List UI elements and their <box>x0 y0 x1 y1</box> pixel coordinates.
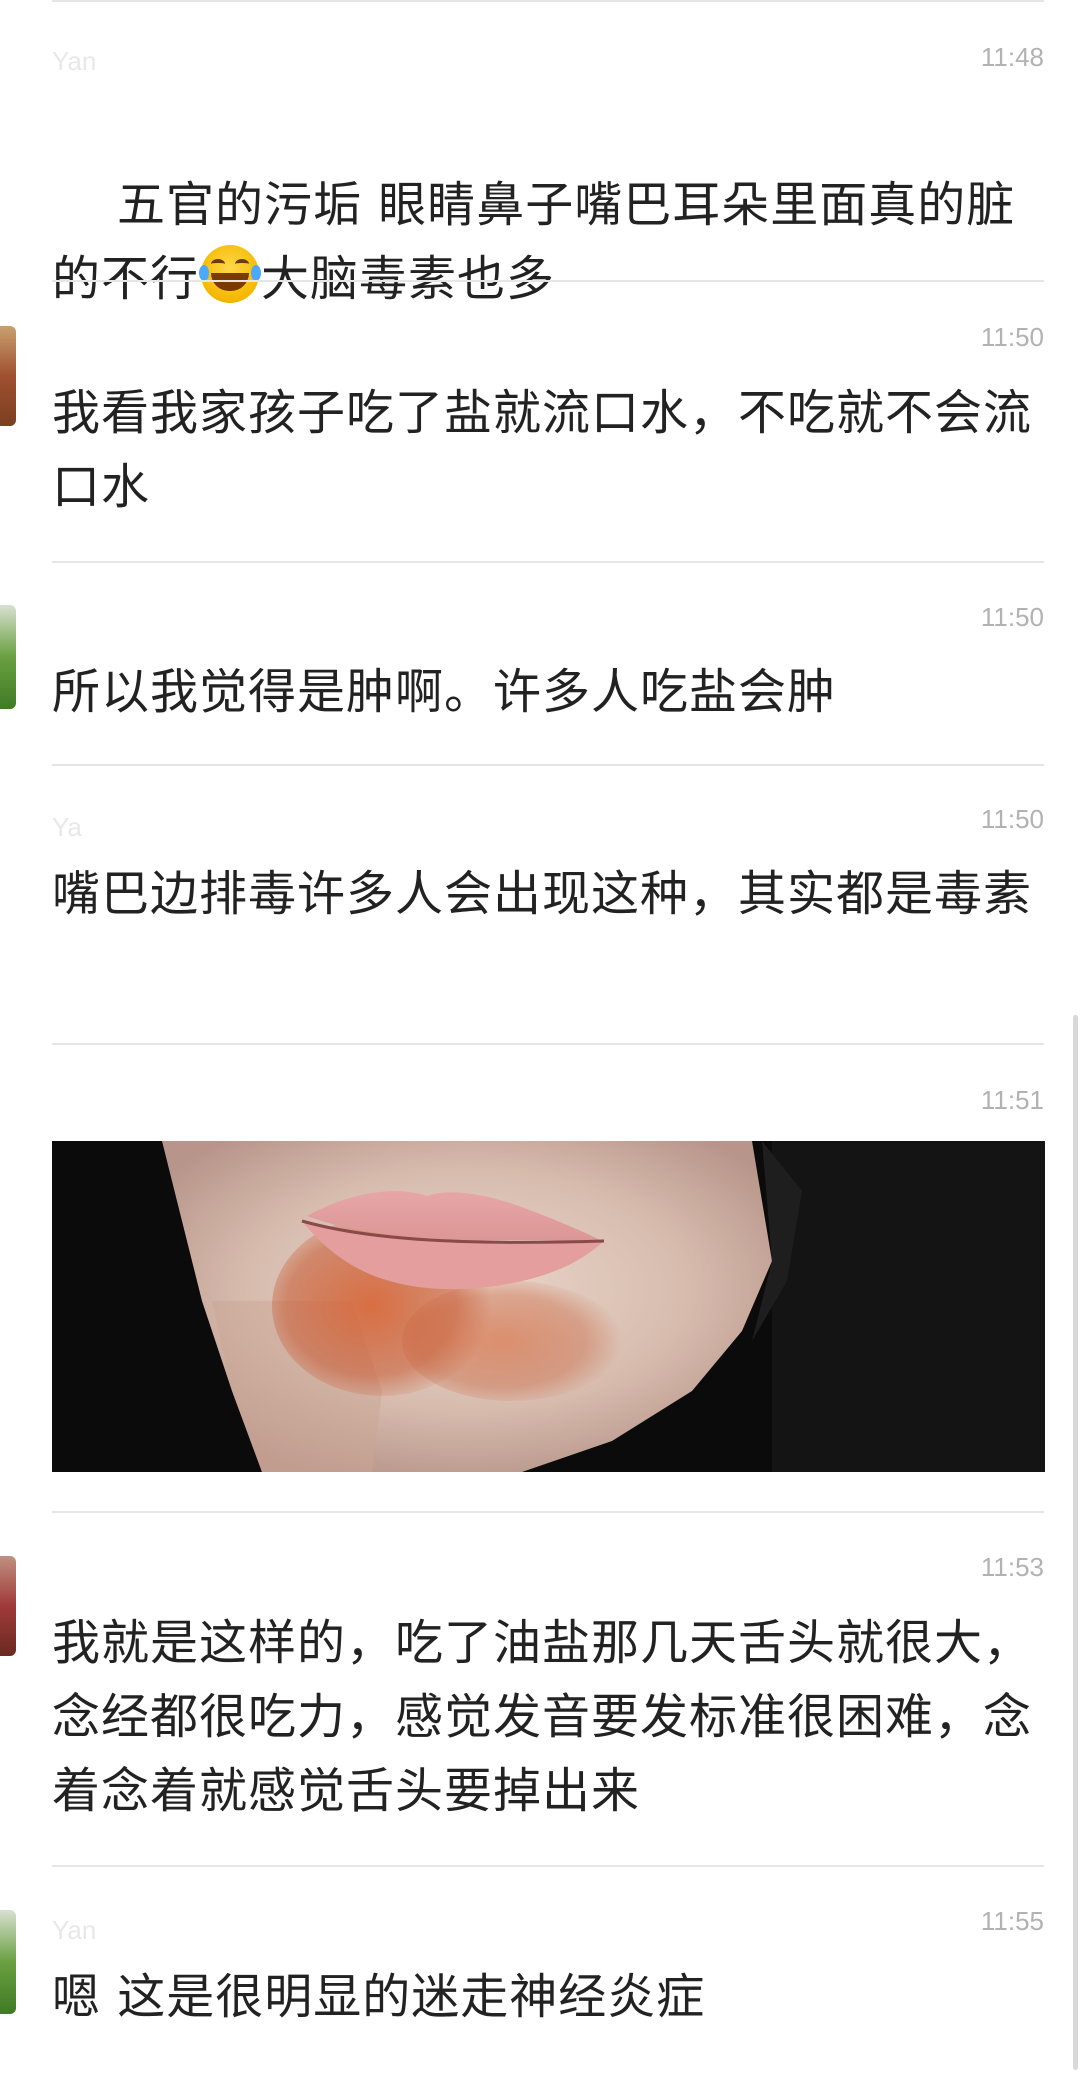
message-photo[interactable] <box>52 1141 1045 1472</box>
message-time: 11:55 <box>980 1906 1044 1936</box>
separator <box>52 0 1044 2</box>
separator <box>52 1511 1044 1513</box>
message-time: 11:48 <box>980 42 1044 72</box>
sender-name: Yan <box>52 1915 97 1945</box>
scrollbar[interactable] <box>1073 1015 1078 2070</box>
separator <box>52 764 1044 766</box>
message-text: 嗯 这是很明显的迷走神经炎症 <box>52 1969 706 2025</box>
avatar[interactable] <box>0 605 16 709</box>
sender-name: Ya <box>52 812 82 842</box>
avatar[interactable] <box>0 326 16 426</box>
separator <box>52 561 1044 563</box>
message-time: 11:50 <box>980 804 1044 834</box>
message-text-part: 大脑毒素也多 <box>261 251 556 307</box>
message-text: 我看我家孩子吃了盐就流口水，不吃就不会流口水 <box>52 385 1033 515</box>
separator <box>52 1043 1044 1045</box>
message-text: 嘴巴边排毒许多人会出现这种，其实都是毒素 <box>52 866 1033 922</box>
message-text: 五官的污垢 眼睛鼻子嘴巴耳朵里面真的脏的不行 大脑毒素也多 <box>52 94 1042 390</box>
message-time: 11:50 <box>980 322 1044 352</box>
message-time: 11:50 <box>980 602 1044 632</box>
message-time: 11:51 <box>980 1085 1044 1115</box>
separator <box>52 280 1044 282</box>
message-text: 所以我觉得是肿啊。许多人吃盐会肿 <box>52 664 837 720</box>
sender-name: Yan <box>52 46 97 76</box>
message-time: 11:53 <box>980 1552 1044 1582</box>
message-text: 我就是这样的，吃了油盐那几天舌头就很大，念经都很吃力，感觉发音要发标准很困难，念… <box>52 1615 1033 1819</box>
photo-of-chin-with-rash <box>52 1141 1045 1472</box>
avatar[interactable] <box>0 1910 16 2014</box>
face-with-tears-of-joy-icon <box>199 245 262 303</box>
separator <box>52 1865 1044 1867</box>
avatar[interactable] <box>0 1556 16 1656</box>
